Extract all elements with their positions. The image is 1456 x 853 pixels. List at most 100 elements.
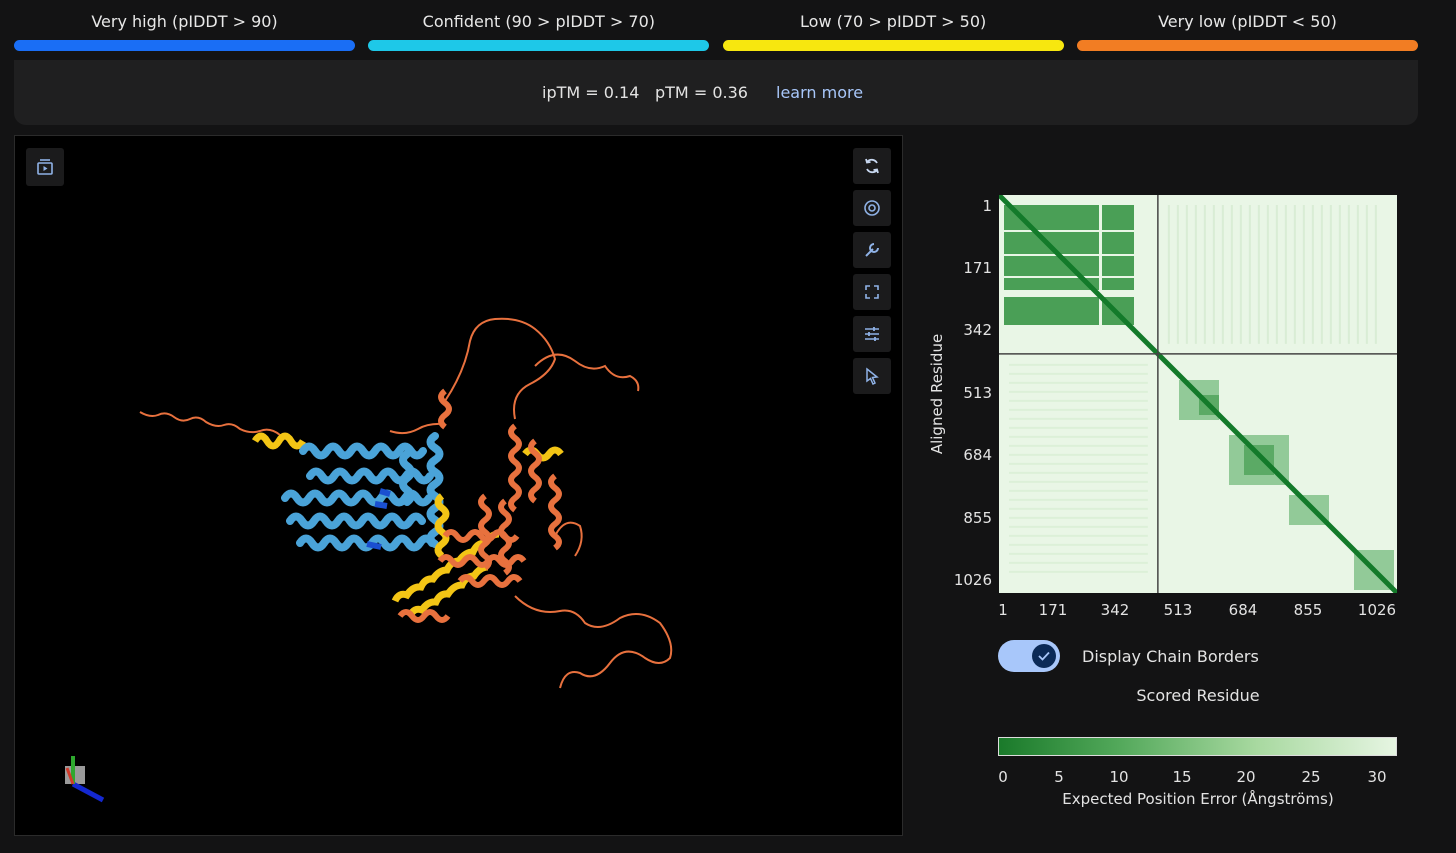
screenshot-button[interactable] xyxy=(853,190,891,226)
legend-very-high: Very high (pIDDT > 90) xyxy=(14,0,355,54)
pae-cell-stripe xyxy=(1009,426,1148,429)
protein-structure-render[interactable] xyxy=(15,136,904,837)
pae-cell-stripe xyxy=(1284,205,1287,344)
pae-cell-stripe xyxy=(1009,435,1148,438)
colorbar-tick: 30 xyxy=(1367,768,1387,786)
iptm-score: ipTM = 0.14 xyxy=(542,83,640,102)
pae-cell-stripe xyxy=(1257,205,1260,344)
toggle-knob xyxy=(1032,644,1056,668)
controls-button[interactable] xyxy=(853,316,891,352)
settings-sliders-icon xyxy=(865,327,879,341)
pae-cell-stripe xyxy=(1009,570,1148,573)
pae-cell-stripe xyxy=(1009,417,1148,420)
x-tick: 342 xyxy=(1100,601,1130,619)
x-tick: 513 xyxy=(1163,601,1193,619)
pae-cell-stripe xyxy=(1009,381,1148,384)
x-tick: 171 xyxy=(1038,601,1068,619)
orientation-axes-icon xyxy=(65,756,105,803)
colorbar-tick: 10 xyxy=(1109,768,1129,786)
y-tick: 171 xyxy=(963,259,992,277)
pae-cell-stripe xyxy=(1009,471,1148,474)
settings-button[interactable] xyxy=(853,232,891,268)
pae-cell-stripe xyxy=(1009,390,1148,393)
pae-cell-stripe xyxy=(1009,453,1148,456)
y-tick: 1 xyxy=(982,197,992,215)
chain-borders-label: Display Chain Borders xyxy=(1082,647,1259,666)
pae-cell-stripe xyxy=(1212,205,1215,344)
y-axis-label: Aligned Residue xyxy=(928,333,946,455)
pae-confident-block xyxy=(1102,256,1134,276)
pae-confident-block xyxy=(1102,205,1134,230)
legend-color-bar xyxy=(722,40,1064,51)
pae-cell-stripe xyxy=(1275,205,1278,344)
y-tick: 684 xyxy=(963,446,992,464)
x-tick: 1 xyxy=(998,601,1008,619)
pae-confident-block xyxy=(1004,256,1099,276)
pae-cell-stripe xyxy=(1009,525,1148,528)
pae-cell-stripe xyxy=(1293,205,1296,344)
pae-colorbar xyxy=(998,737,1397,756)
pae-cell-stripe xyxy=(1311,205,1314,344)
legend-label: Low (70 > pIDDT > 50) xyxy=(800,12,987,31)
pae-cell-stripe xyxy=(1302,205,1305,344)
pae-confident-block xyxy=(1004,297,1099,325)
y-tick: 342 xyxy=(963,321,992,339)
playback-button[interactable] xyxy=(26,148,64,186)
fullscreen-button[interactable] xyxy=(853,274,891,310)
pae-cell-stripe xyxy=(1009,480,1148,483)
x-tick: 855 xyxy=(1293,601,1323,619)
legend-color-bar xyxy=(1076,40,1418,51)
pae-heatmap[interactable] xyxy=(999,195,1397,593)
legend-low: Low (70 > pIDDT > 50) xyxy=(722,0,1064,54)
pae-cell-stripe xyxy=(1009,408,1148,411)
structure-viewer[interactable] xyxy=(14,135,903,836)
legend-label: Confident (90 > pIDDT > 70) xyxy=(422,12,655,31)
pae-cell-stripe xyxy=(1167,205,1170,344)
pae-cell-stripe xyxy=(1194,205,1197,344)
pae-cell-stripe xyxy=(1374,205,1377,344)
pae-cell-stripe xyxy=(1009,462,1148,465)
pae-cell-stripe xyxy=(1221,205,1224,344)
fullscreen-icon xyxy=(865,285,879,299)
pointer-icon xyxy=(866,367,879,385)
pae-cell-stripe xyxy=(1203,205,1206,344)
plddt-legend: Very high (pIDDT > 90) Confident (90 > p… xyxy=(14,0,1418,54)
legend-color-bar xyxy=(14,40,355,51)
pae-cell-stripe xyxy=(1266,205,1269,344)
pae-cell-stripe xyxy=(1009,507,1148,510)
score-row: ipTM = 0.14 pTM = 0.36 learn more xyxy=(14,83,1418,105)
legend-color-bar xyxy=(368,40,710,51)
pae-cell-stripe xyxy=(1230,205,1233,344)
pae-confident-block xyxy=(1244,445,1274,475)
pae-cell-stripe xyxy=(1009,516,1148,519)
check-icon xyxy=(1038,651,1050,661)
y-tick: 1026 xyxy=(953,571,992,589)
reset-view-icon xyxy=(865,158,879,174)
pae-diagonal xyxy=(999,195,1397,593)
chain-borders-toggle[interactable] xyxy=(998,640,1060,672)
pae-cell-stripe xyxy=(1009,498,1148,501)
learn-more-link[interactable]: learn more xyxy=(776,83,863,102)
legend-label: Very low (pIDDT < 50) xyxy=(1158,12,1337,31)
legend-label: Very high (pIDDT > 90) xyxy=(91,12,278,31)
pae-cell-stripe xyxy=(1356,205,1359,344)
reset-view-button[interactable] xyxy=(853,148,891,184)
pae-cell-stripe xyxy=(1009,561,1148,564)
y-tick: 855 xyxy=(963,509,992,527)
x-tick: 684 xyxy=(1228,601,1258,619)
ptm-score: pTM = 0.36 xyxy=(655,83,748,102)
legend-confident: Confident (90 > pIDDT > 70) xyxy=(368,0,710,54)
pae-cell-stripe xyxy=(1329,205,1332,344)
pae-cell-stripe xyxy=(1176,205,1179,344)
selection-mode-button[interactable] xyxy=(853,358,891,394)
x-axis-label: Scored Residue xyxy=(1136,686,1260,705)
pae-cell-stripe xyxy=(1338,205,1341,344)
pae-cell-stripe xyxy=(1365,205,1368,344)
pae-cell-stripe xyxy=(1009,534,1148,537)
colorbar-tick: 15 xyxy=(1172,768,1192,786)
pae-confident-block xyxy=(1102,278,1134,290)
colorbar-tick: 20 xyxy=(1236,768,1256,786)
pae-cell-stripe xyxy=(1009,363,1148,366)
pae-cell-stripe xyxy=(1009,543,1148,546)
pae-cell-stripe xyxy=(1239,205,1242,344)
